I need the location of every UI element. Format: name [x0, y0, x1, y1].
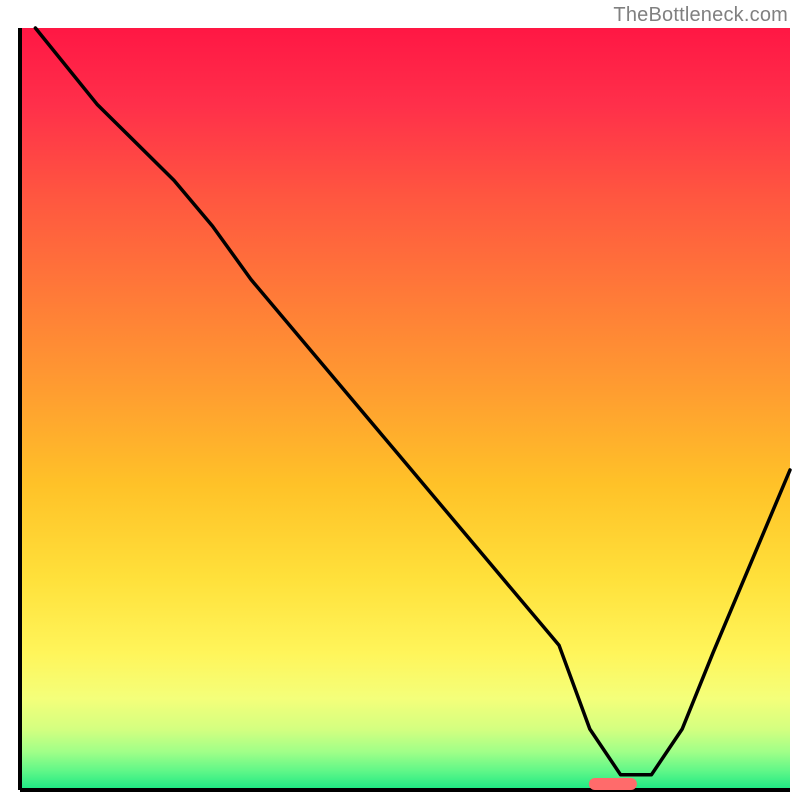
chart-root: TheBottleneck.com	[0, 0, 800, 800]
chart-svg	[0, 0, 800, 800]
watermark-text: TheBottleneck.com	[613, 4, 788, 27]
minimum-marker	[589, 778, 637, 790]
plot-area	[20, 28, 790, 790]
